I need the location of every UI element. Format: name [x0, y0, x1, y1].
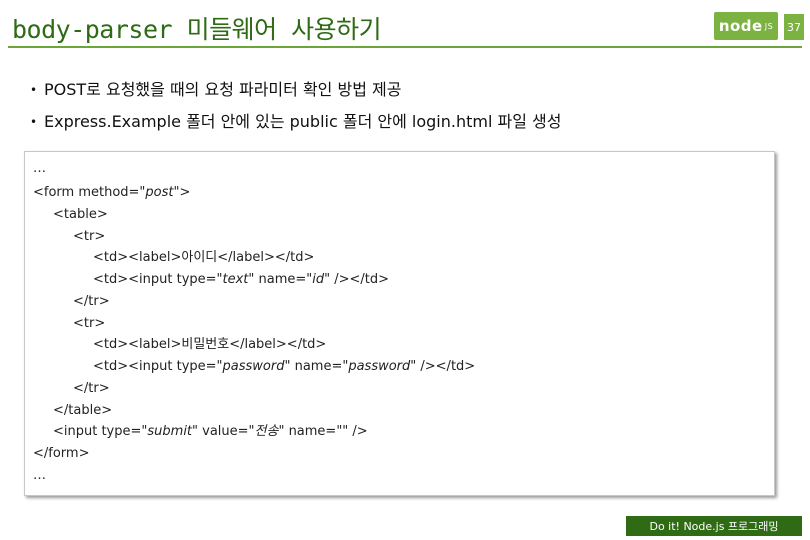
- code-line: <td><input type="text" name="id" /></td>: [93, 272, 390, 287]
- code-line: …: [33, 468, 46, 483]
- slide-title: body-parser 미들웨어 사용하기: [12, 15, 382, 44]
- bullet-item: • Express.Example 폴더 안에 있는 public 폴더 안에 l…: [30, 110, 790, 142]
- code-line: <form method="post">: [33, 185, 191, 200]
- bullet-text: Express.Example 폴더 안에 있는 public 폴더 안에 lo…: [44, 112, 562, 131]
- footer-book-title: Do it! Node.js 프로그래밍: [626, 516, 802, 536]
- logo-suffix: JS: [764, 21, 774, 31]
- code-line: <tr>: [73, 229, 106, 244]
- code-line: <td><label>아이디</label></td>: [93, 250, 315, 265]
- code-line: <tr>: [73, 316, 106, 331]
- bullet-item: • POST로 요청했을 때의 요청 파라미터 확인 방법 제공: [30, 78, 790, 110]
- code-line: </table>: [53, 403, 113, 418]
- page-number: 37: [784, 14, 804, 40]
- bullet-dot-icon: •: [30, 83, 38, 97]
- bullet-text: POST로 요청했을 때의 요청 파라미터 확인 방법 제공: [44, 80, 402, 99]
- title-divider: [8, 46, 802, 48]
- code-line: </tr>: [73, 381, 110, 396]
- code-line: …: [33, 161, 46, 176]
- code-line: </form>: [33, 446, 90, 461]
- code-line: <input type="submit" value="전송" name="" …: [53, 424, 368, 439]
- nodejs-logo: node JS: [714, 12, 778, 40]
- code-line: </tr>: [73, 294, 110, 309]
- code-line: <table>: [53, 207, 108, 222]
- bullet-dot-icon: •: [30, 115, 38, 129]
- code-line: <td><label>비밀번호</label></td>: [93, 337, 327, 352]
- code-block: … <form method="post"> <table> <tr> <td>…: [24, 151, 775, 496]
- logo-text: node: [718, 17, 763, 35]
- code-line: <td><input type="password" name="passwor…: [93, 359, 476, 374]
- bullet-list: • POST로 요청했을 때의 요청 파라미터 확인 방법 제공 • Express…: [30, 78, 790, 142]
